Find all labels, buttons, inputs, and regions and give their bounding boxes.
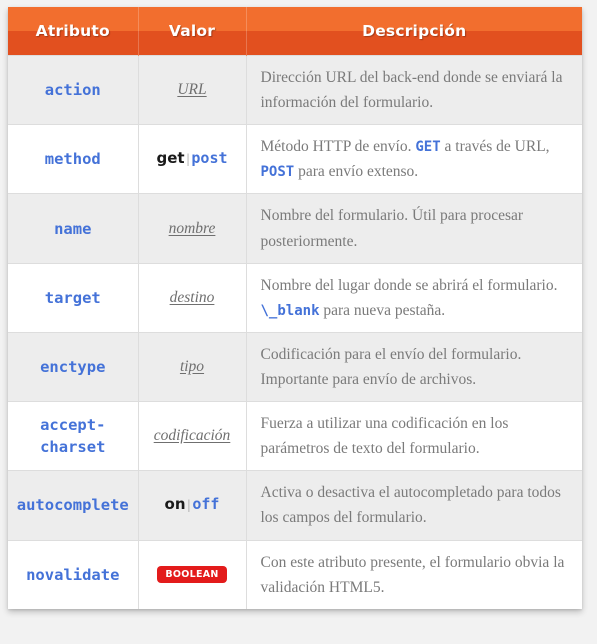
table-body: action URL Dirección URL del back-end dond…	[8, 54, 582, 609]
cell-attribute-name: accept-charset	[8, 401, 139, 472]
description-text: para nueva pestaña.	[319, 301, 446, 319]
table-row: action URL Dirección URL del back-end dond…	[8, 54, 582, 126]
cell-attribute-description: Nombre del lugar donde se abrirá el form…	[245, 262, 582, 333]
value-placeholder: destino	[169, 288, 215, 306]
table-header-row: Atributo Valor Descripción	[8, 7, 582, 56]
cell-attribute-name: method	[8, 124, 139, 195]
column-header-atributo: Atributo	[8, 7, 139, 56]
value-boolean-badge: BOOLEAN	[157, 565, 227, 584]
cell-attribute-value: nombre	[137, 193, 247, 264]
description-text: a través de URL,	[440, 138, 550, 156]
table-row: name nombre Nombre del formulario. Útil pa…	[8, 193, 582, 264]
description-text: Con este atributo presente, el formulari…	[260, 553, 565, 596]
inline-code: POST	[260, 164, 295, 181]
cell-attribute-name: enctype	[8, 331, 139, 403]
inline-code: \_blank	[260, 302, 320, 319]
description-text: para envío extenso.	[294, 163, 419, 181]
cell-attribute-description: Codificación para el envío del formulari…	[245, 331, 582, 403]
cell-attribute-name: name	[8, 193, 139, 264]
form-attributes-table: Atributo Valor Descripción action URL Dire…	[8, 7, 582, 609]
description-text: Fuerza a utilizar una codificación en lo…	[260, 415, 509, 458]
cell-attribute-value: BOOLEAN	[137, 539, 247, 609]
description-text: Activa o desactiva el autocompletado par…	[260, 484, 561, 527]
cell-attribute-value: on | off	[137, 470, 247, 541]
inline-code: GET	[415, 139, 441, 156]
table-row: novalidate BOOLEAN Con este atributo prese…	[8, 539, 582, 609]
page-background: Atributo Valor Descripción action URL Dire…	[0, 0, 597, 644]
value-placeholder: codificación	[153, 427, 231, 445]
column-header-valor: Valor	[138, 7, 247, 56]
value-keyword-default: get	[156, 149, 185, 168]
value-keyword-default: on	[164, 495, 186, 514]
value-placeholder: URL	[177, 81, 207, 99]
cell-attribute-value: destino	[137, 262, 247, 333]
description-text: Codificación para el envío del formulari…	[260, 345, 522, 388]
cell-attribute-description: Fuerza a utilizar una codificación en lo…	[245, 401, 582, 472]
cell-attribute-description: Activa o desactiva el autocompletado par…	[245, 470, 582, 541]
value-keyword-alt: post	[191, 149, 228, 168]
description-text: Nombre del lugar donde se abrirá el form…	[260, 276, 558, 294]
table-row: method get | post Método HTTP de envío. GET …	[8, 124, 582, 195]
value-placeholder: nombre	[168, 219, 216, 237]
cell-attribute-description: Nombre del formulario. Útil para procesa…	[245, 193, 582, 264]
cell-attribute-value: codificación	[137, 401, 247, 472]
column-header-descripcion: Descripción	[246, 7, 582, 56]
table-container: Atributo Valor Descripción action URL Dire…	[8, 7, 582, 609]
cell-attribute-description: Dirección URL del back-end donde se envi…	[245, 54, 582, 126]
cell-attribute-name: autocomplete	[8, 470, 139, 541]
table-header: Atributo Valor Descripción	[8, 7, 582, 56]
cell-attribute-description: Con este atributo presente, el formulari…	[245, 539, 582, 609]
cell-attribute-name: target	[8, 262, 139, 333]
cell-attribute-name: novalidate	[8, 539, 139, 609]
cell-attribute-name: action	[8, 54, 139, 126]
value-placeholder: tipo	[179, 357, 205, 375]
description-text: Método HTTP de envío.	[260, 138, 416, 156]
cell-attribute-value: tipo	[137, 331, 247, 403]
cell-attribute-value: URL	[137, 54, 247, 126]
table-row: accept-charset codificación Fuerza a utili…	[8, 401, 582, 472]
table-row: autocomplete on | off Activa o desactiva el …	[8, 470, 582, 541]
value-keyword-alt: off	[192, 495, 220, 514]
cell-attribute-value: get | post	[137, 124, 247, 195]
cell-attribute-description: Método HTTP de envío. GET a través de UR…	[245, 124, 582, 195]
table-row: target destino Nombre del lugar donde se a…	[8, 262, 582, 333]
table-row: enctype tipo Codificación para el envío de…	[8, 331, 582, 403]
description-text: Nombre del formulario. Útil para procesa…	[260, 207, 524, 250]
description-text: Dirección URL del back-end donde se envi…	[260, 69, 563, 112]
